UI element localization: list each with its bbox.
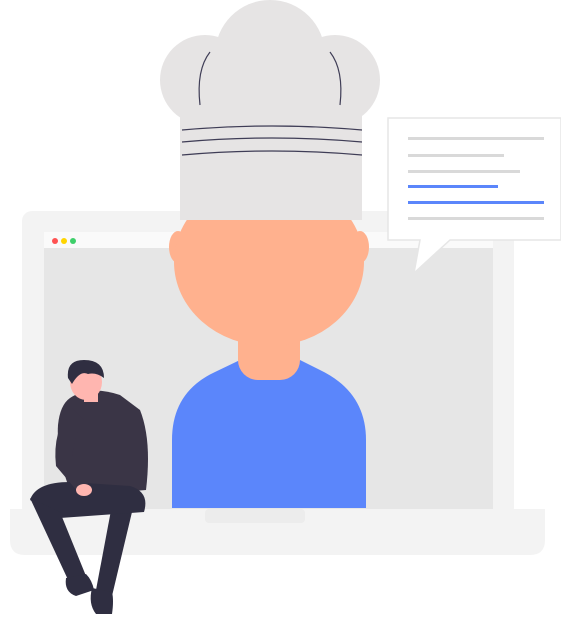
laptop-trackpad-notch <box>205 509 305 523</box>
bubble-text-line <box>408 170 520 173</box>
window-minimize-dot <box>61 238 67 244</box>
bubble-text-line <box>408 154 504 157</box>
bubble-text-line-highlight <box>408 185 498 188</box>
chef-avatar <box>160 0 380 508</box>
window-close-dot <box>52 238 58 244</box>
illustration-canvas <box>0 0 561 618</box>
video-call-illustration <box>10 0 561 614</box>
bubble-text-line-highlight <box>408 201 544 204</box>
bubble-text-line <box>408 217 544 220</box>
person-hand <box>76 484 92 496</box>
person-shoe-front <box>65 574 94 596</box>
chef-shirt <box>172 360 366 508</box>
person-shoe-back <box>90 588 113 614</box>
chef-hat-icon <box>160 0 380 220</box>
window-maximize-dot <box>70 238 76 244</box>
bubble-text-line <box>408 137 544 140</box>
